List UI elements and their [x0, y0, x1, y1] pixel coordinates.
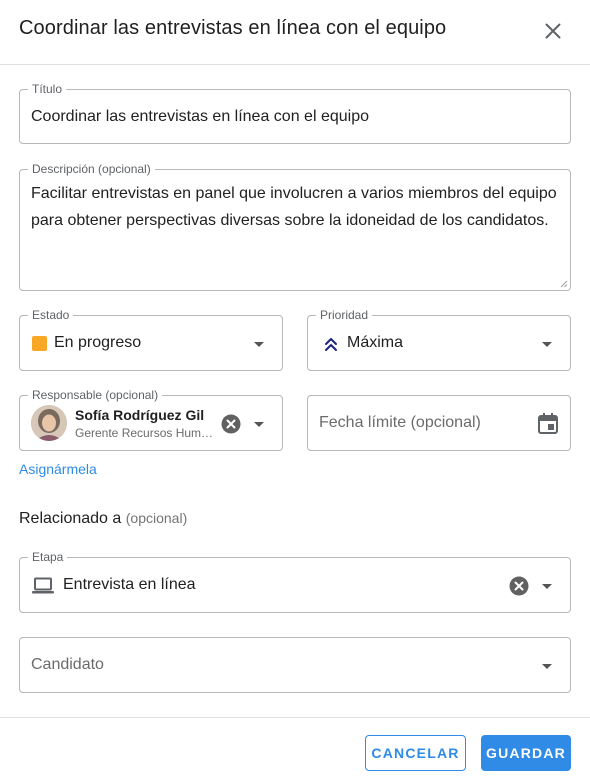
- assignee-role: Gerente Recursos Humanos: [75, 426, 217, 440]
- clear-icon[interactable]: [509, 576, 529, 596]
- chevron-down-icon[interactable]: [254, 342, 264, 347]
- cancel-button[interactable]: CANCELAR: [365, 735, 466, 771]
- clear-icon[interactable]: [221, 414, 241, 434]
- save-button[interactable]: GUARDAR: [481, 735, 571, 771]
- due-date-placeholder: Fecha límite (opcional): [319, 414, 481, 431]
- description-field[interactable]: Descripción (opcional) Facilitar entrevi…: [19, 162, 571, 291]
- calendar-icon[interactable]: [538, 413, 558, 434]
- description-field-value: Facilitar entrevistas en panel que invol…: [31, 185, 557, 229]
- related-section-optional: (opcional): [125, 510, 188, 526]
- chevron-down-icon[interactable]: [542, 664, 552, 669]
- related-section-title: Relacionado a (opcional): [19, 510, 187, 528]
- status-select-label: Estado: [28, 308, 74, 322]
- priority-select-value: Máxima: [347, 334, 404, 351]
- title-field-value: Coordinar las entrevistas en línea con e…: [31, 108, 369, 125]
- assignee-select[interactable]: Responsable (opcional) Sofía Rodríguez G…: [19, 388, 283, 451]
- chevron-down-icon[interactable]: [254, 422, 264, 427]
- stage-select[interactable]: Etapa Entrevista en línea: [19, 550, 571, 613]
- related-section-label: Relacionado a: [19, 510, 122, 527]
- candidate-select[interactable]: Candidato: [19, 637, 571, 693]
- status-color-indicator: [32, 336, 47, 351]
- close-button[interactable]: [540, 18, 566, 44]
- due-date-field[interactable]: Fecha límite (opcional): [307, 395, 571, 451]
- title-field[interactable]: Título Coordinar las entrevistas en líne…: [19, 82, 571, 144]
- candidate-placeholder: Candidato: [31, 656, 104, 673]
- resize-grip-icon[interactable]: [560, 280, 568, 288]
- status-select[interactable]: Estado En progreso: [19, 308, 283, 371]
- stage-select-label: Etapa: [28, 550, 68, 564]
- priority-select-label: Prioridad: [316, 308, 373, 322]
- close-icon: [545, 23, 561, 39]
- priority-select[interactable]: Prioridad Máxima: [307, 308, 571, 371]
- double-chevron-up-icon: [325, 338, 337, 351]
- dialog-header: Coordinar las entrevistas en línea con e…: [0, 0, 590, 65]
- stage-select-value: Entrevista en línea: [63, 576, 196, 593]
- laptop-icon: [32, 577, 54, 594]
- chevron-down-icon[interactable]: [542, 342, 552, 347]
- assign-to-me-link[interactable]: Asignármela: [19, 461, 97, 477]
- chevron-down-icon[interactable]: [542, 584, 552, 589]
- assignee-select-label: Responsable (opcional): [28, 388, 163, 402]
- status-select-value: En progreso: [54, 334, 142, 351]
- dialog-title: Coordinar las entrevistas en línea con e…: [19, 17, 447, 39]
- avatar: [31, 405, 67, 441]
- title-field-label: Título: [28, 82, 67, 96]
- description-field-label: Descripción (opcional): [28, 162, 155, 176]
- assignee-name: Sofía Rodríguez Gil: [75, 407, 205, 423]
